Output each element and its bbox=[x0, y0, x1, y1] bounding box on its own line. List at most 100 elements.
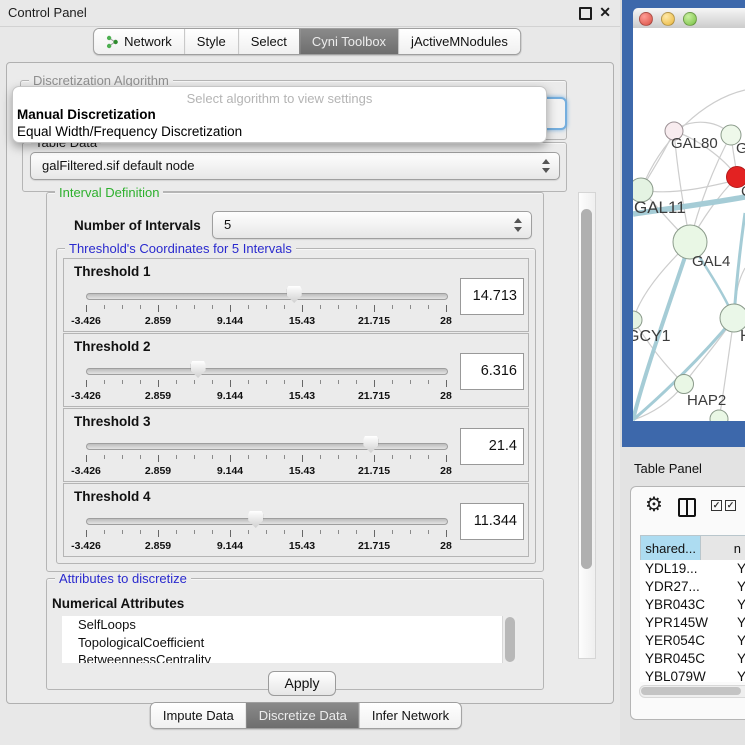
minimize-traffic-light-icon[interactable] bbox=[661, 12, 675, 26]
gear-icon[interactable]: ⚙ bbox=[645, 495, 663, 515]
tab-label: Discretize Data bbox=[259, 703, 347, 728]
tab-select[interactable]: Select bbox=[238, 29, 299, 54]
tab-jactivemnodules[interactable]: jActiveMNodules bbox=[398, 29, 520, 54]
thresholds-group-title: Threshold's Coordinates for 5 Intervals bbox=[65, 242, 296, 255]
tab-network[interactable]: Network bbox=[94, 29, 184, 54]
node-label: GAL11 bbox=[634, 198, 686, 217]
tab-label: Style bbox=[197, 29, 226, 54]
content-scrollbar[interactable] bbox=[578, 192, 596, 659]
slider-tick-labels: -3.4262.8599.14415.4321.71528 bbox=[86, 465, 446, 477]
threshold-3-slider[interactable]: -3.4262.8599.14415.4321.71528 bbox=[86, 438, 446, 478]
threshold-2-slider[interactable]: -3.4262.8599.14415.4321.71528 bbox=[86, 363, 446, 403]
slider-track[interactable] bbox=[86, 368, 448, 375]
cell-shared-name[interactable]: YBR043C bbox=[640, 596, 737, 614]
cell-name[interactable]: YBR0 bbox=[737, 650, 745, 668]
column-header-name[interactable]: n bbox=[701, 535, 745, 562]
slider-ticks bbox=[86, 530, 446, 538]
table-row[interactable]: YBL079WYBL0 bbox=[640, 668, 745, 682]
tab-discretize-data[interactable]: Discretize Data bbox=[246, 703, 359, 728]
network-view-canvas[interactable]: GAL80GAGAL11CGAL4GCY1HHAP2 bbox=[633, 28, 745, 421]
table-row[interactable]: YDR27...YDR2 bbox=[640, 578, 745, 596]
threshold-2-label: Threshold 2 bbox=[74, 339, 151, 354]
scrollbar-thumb[interactable] bbox=[505, 617, 515, 662]
slider-handle[interactable] bbox=[287, 286, 302, 303]
table-panel-title: Table Panel bbox=[634, 461, 702, 476]
slider-handle[interactable] bbox=[248, 511, 263, 528]
threshold-1-slider[interactable]: -3.4262.8599.14415.4321.71528 bbox=[86, 288, 446, 328]
threshold-3-value-field[interactable]: 21.4 bbox=[460, 428, 524, 465]
threshold-1-panel: Threshold 1 -3.4262.8599.14415.4321.7152… bbox=[63, 258, 529, 332]
table-row[interactable]: YBR043CYBR0 bbox=[640, 596, 745, 614]
checkbox-icon[interactable]: ✓ bbox=[711, 500, 722, 511]
slider-track[interactable] bbox=[86, 518, 448, 525]
cell-shared-name[interactable]: YDR27... bbox=[640, 578, 737, 596]
table-row[interactable]: YBR045CYBR0 bbox=[640, 650, 745, 668]
cell-name[interactable]: YER0 bbox=[737, 632, 745, 650]
cell-name[interactable]: YDR2 bbox=[737, 578, 745, 596]
node-gcy1[interactable] bbox=[633, 311, 642, 329]
combo-stepper-icon bbox=[542, 158, 551, 174]
node[interactable] bbox=[710, 410, 728, 421]
columns-icon[interactable] bbox=[678, 498, 696, 517]
control-panel-tabs: Network Style Select Cyni Toolbox jActiv… bbox=[93, 28, 521, 55]
scrollbar-thumb[interactable] bbox=[581, 209, 592, 569]
cell-shared-name[interactable]: YBL079W bbox=[640, 668, 737, 682]
attribute-list-item[interactable]: BetweennessCentrality bbox=[62, 651, 517, 663]
attribute-list-item[interactable]: TopologicalCoefficient bbox=[62, 634, 517, 652]
attributes-list-scrollbar[interactable] bbox=[502, 616, 517, 663]
table-row[interactable]: YER054CYER0 bbox=[640, 632, 745, 650]
number-of-intervals-combobox[interactable]: 5 bbox=[212, 211, 532, 239]
slider-handle[interactable] bbox=[363, 436, 378, 453]
cell-name[interactable]: YBL0 bbox=[737, 668, 745, 682]
cell-shared-name[interactable]: YBR045C bbox=[640, 650, 737, 668]
network-window-titlebar[interactable] bbox=[633, 8, 745, 29]
tab-cyni-toolbox[interactable]: Cyni Toolbox bbox=[299, 29, 398, 54]
algorithm-dropdown-popup: Select algorithm to view settings Manual… bbox=[12, 86, 547, 143]
table-horizontal-scrollbar[interactable] bbox=[639, 685, 745, 698]
apply-button[interactable]: Apply bbox=[268, 671, 336, 696]
dropdown-placeholder-item[interactable]: Select algorithm to view settings bbox=[13, 91, 546, 106]
slider-handle[interactable] bbox=[191, 361, 206, 378]
cell-shared-name[interactable]: YPR145W bbox=[640, 614, 737, 632]
threshold-2-value-field[interactable]: 6.316 bbox=[460, 353, 524, 390]
tab-infer-network[interactable]: Infer Network bbox=[359, 703, 461, 728]
numerical-attributes-list[interactable]: SelfLoopsTopologicalCoefficientBetweenne… bbox=[62, 616, 517, 663]
cell-shared-name[interactable]: YDL19... bbox=[640, 560, 737, 578]
cell-shared-name[interactable]: YER054C bbox=[640, 632, 737, 650]
node-label: GCY1 bbox=[633, 328, 671, 345]
node-hap2[interactable] bbox=[675, 375, 694, 394]
zoom-traffic-light-icon[interactable] bbox=[683, 12, 697, 26]
table-header-row: shared... n bbox=[640, 535, 745, 560]
app-root: Control Panel ✕ Network Style Select Cyn… bbox=[0, 0, 745, 745]
slider-track[interactable] bbox=[86, 293, 448, 300]
tab-style[interactable]: Style bbox=[184, 29, 238, 54]
control-panel-titlebar: Control Panel ✕ bbox=[0, 0, 620, 27]
cell-name[interactable]: YDL1 bbox=[737, 560, 745, 578]
table-body[interactable]: YDL19...YDL1YDR27...YDR2YBR043CYBR0YPR14… bbox=[640, 560, 745, 682]
column-header-shared-name[interactable]: shared... bbox=[640, 535, 701, 562]
threshold-4-slider[interactable]: -3.4262.8599.14415.4321.71528 bbox=[86, 513, 446, 553]
table-data-combobox-value: galFiltered.sif default node bbox=[42, 158, 194, 173]
table-data-combobox[interactable]: galFiltered.sif default node bbox=[30, 152, 560, 180]
dropdown-item-equal-width-frequency[interactable]: Equal Width/Frequency Discretization bbox=[17, 124, 242, 139]
cell-name[interactable]: YPR1 bbox=[737, 614, 745, 632]
close-traffic-light-icon[interactable] bbox=[639, 12, 653, 26]
slider-ticks bbox=[86, 305, 446, 313]
slider-track[interactable] bbox=[86, 443, 448, 450]
threshold-3-label: Threshold 3 bbox=[74, 414, 151, 429]
table-row[interactable]: YPR145WYPR1 bbox=[640, 614, 745, 632]
close-icon[interactable]: ✕ bbox=[599, 4, 611, 21]
attributes-group-title: Attributes to discretize bbox=[55, 572, 191, 585]
tab-label: Select bbox=[251, 29, 287, 54]
scrollbar-thumb[interactable] bbox=[641, 687, 741, 695]
attribute-list-item[interactable]: SelfLoops bbox=[62, 616, 517, 634]
cell-name[interactable]: YBR0 bbox=[737, 596, 745, 614]
threshold-1-value-field[interactable]: 14.713 bbox=[460, 278, 524, 315]
tab-impute-data[interactable]: Impute Data bbox=[151, 703, 246, 728]
table-row[interactable]: YDL19...YDL1 bbox=[640, 560, 745, 578]
combo-stepper-icon bbox=[514, 217, 523, 233]
float-window-icon[interactable] bbox=[579, 7, 592, 20]
dropdown-item-manual-discretization[interactable]: Manual Discretization bbox=[17, 107, 156, 122]
threshold-4-value-field[interactable]: 11.344 bbox=[460, 503, 524, 540]
checkbox-icon[interactable]: ✓ bbox=[725, 500, 736, 511]
